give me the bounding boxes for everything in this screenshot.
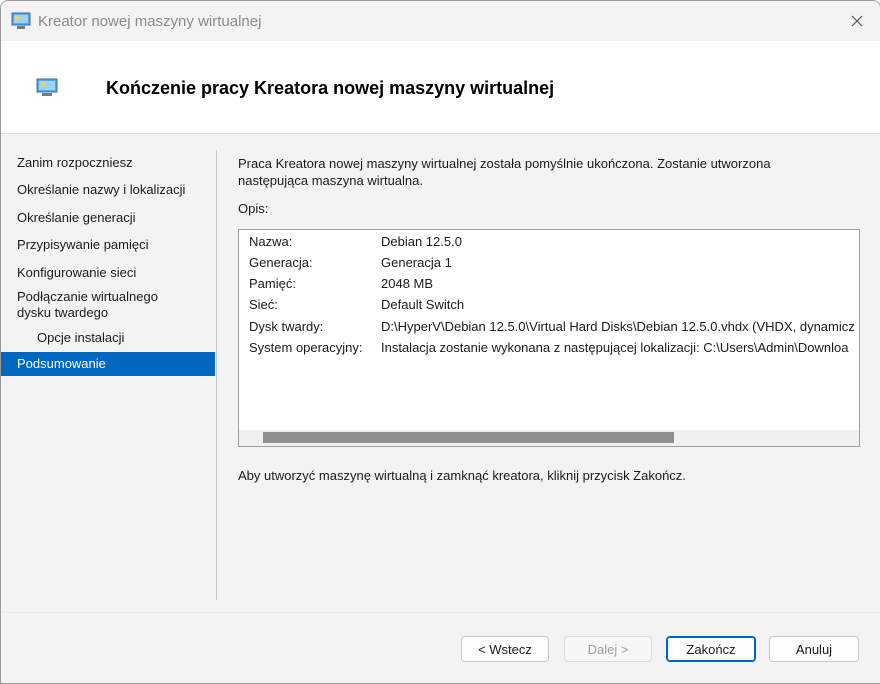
step-networking[interactable]: Konfigurowanie sieci (1, 265, 215, 281)
cancel-button[interactable]: Anuluj (769, 636, 859, 662)
summary-key: Dysk twardy: (249, 319, 324, 334)
wizard-window: Kreator nowej maszyny wirtualnej Kończen… (0, 0, 880, 684)
intro-text: Praca Kreatora nowej maszyny wirtualnej … (238, 156, 771, 188)
step-connect-disk[interactable]: Podłączanie wirtualnego dysku twardego (1, 289, 215, 321)
wizard-header: Kończenie pracy Kreatora nowej maszyny w… (1, 41, 880, 134)
wizard-steps: Zanim rozpoczniesz Określanie nazwy i lo… (1, 134, 215, 600)
summary-value: Instalacja zostanie wykonana z następują… (381, 340, 849, 355)
footer-divider (1, 612, 880, 613)
close-icon (851, 15, 863, 27)
step-summary[interactable]: Podsumowanie (1, 352, 215, 376)
summary-value: Generacja 1 (381, 255, 452, 270)
step-installation-options[interactable]: Opcje instalacji (1, 330, 215, 346)
summary-key: Sieć: (249, 297, 278, 312)
step-memory[interactable]: Przypisywanie pamięci (1, 237, 215, 253)
title-bar: Kreator nowej maszyny wirtualnej (1, 1, 880, 41)
step-name-location[interactable]: Określanie nazwy i lokalizacji (1, 182, 215, 198)
virtual-machine-icon (36, 78, 58, 96)
summary-value: Debian 12.5.0 (381, 234, 462, 249)
window-title: Kreator nowej maszyny wirtualnej (38, 13, 262, 30)
back-button[interactable]: < Wstecz (461, 636, 549, 662)
scrollbar-thumb[interactable] (263, 432, 674, 443)
page-title: Kończenie pracy Kreatora nowej maszyny w… (106, 78, 555, 98)
summary-value: D:\HyperV\Debian 12.5.0\Virtual Hard Dis… (381, 319, 855, 334)
horizontal-scrollbar[interactable] (239, 430, 859, 446)
virtual-machine-icon (11, 12, 31, 29)
step-generation[interactable]: Określanie generacji (1, 210, 215, 226)
summary-key: Nazwa: (249, 234, 293, 249)
summary-value: Default Switch (381, 297, 465, 312)
finish-instructions: Aby utworzyć maszynę wirtualną i zamknąć… (238, 468, 686, 483)
next-button[interactable]: Dalej > (564, 636, 652, 662)
summary-value: 2048 MB (381, 276, 434, 291)
close-button[interactable] (842, 7, 872, 35)
summary-list[interactable]: Nazwa: Debian 12.5.0 Generacja: Generacj… (238, 229, 860, 447)
sidebar-divider (216, 150, 217, 600)
summary-key: Pamięć: (249, 276, 296, 291)
finish-button[interactable]: Zakończ (666, 636, 756, 662)
summary-key: Generacja: (249, 255, 313, 270)
summary-key: System operacyjny: (249, 340, 363, 355)
step-before-you-begin[interactable]: Zanim rozpoczniesz (1, 155, 215, 171)
description-label: Opis: (238, 201, 269, 216)
